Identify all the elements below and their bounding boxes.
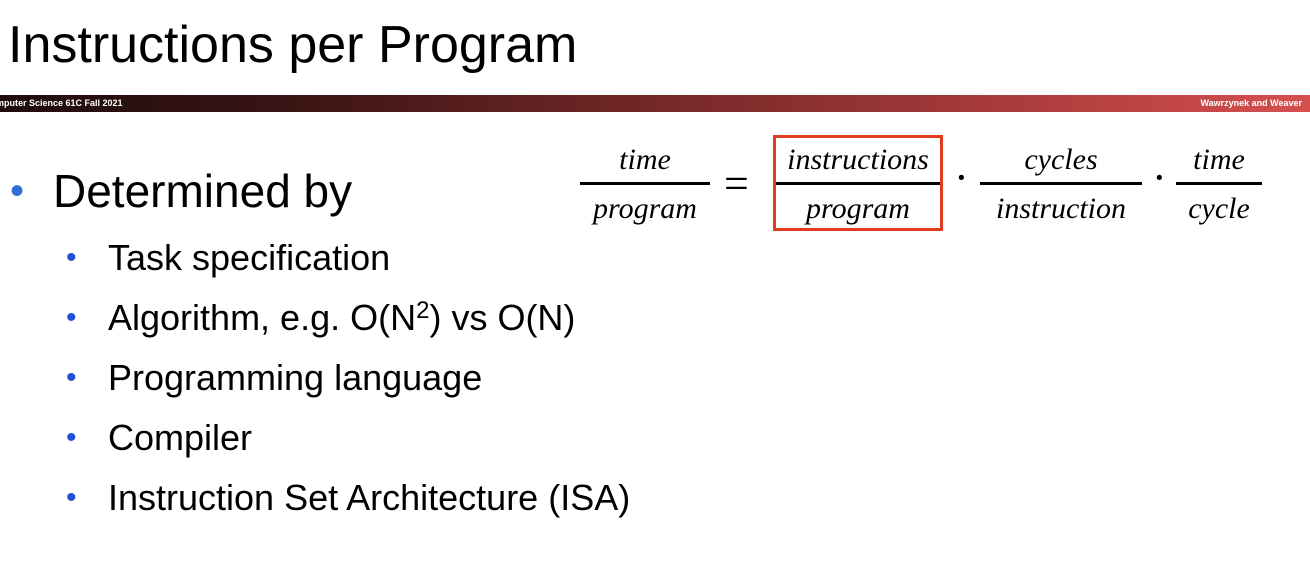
fraction-denominator: instruction [995,192,1126,225]
bullet-dot-icon: • [66,241,77,274]
fraction-bar [980,182,1142,185]
slide-title: Instructions per Program [8,16,578,74]
multiply-dot: · [954,153,969,202]
bullet-dot-icon: • [10,169,25,213]
list-item-text-part: Algorithm, e.g. O(N [108,297,417,338]
multiply-dot: · [1152,153,1167,202]
main-bullet-text: Determined by [53,165,353,217]
list-item-text: Compiler [108,413,252,463]
bullet-dot-icon: • [66,301,77,334]
list-item: • Compiler [62,413,762,473]
fraction-bar [580,182,710,185]
list-item-text: Programming language [108,353,482,403]
fraction-numerator: time [1193,143,1245,176]
header-bar: mputer Science 61C Fall 2021 Wawrzynek a… [0,95,1310,112]
course-label: mputer Science 61C Fall 2021 [0,98,123,108]
fraction-numerator: time [619,143,671,176]
fraction-cycles-per-instruction: cycles instruction [980,140,1142,229]
fraction-lhs: time program [580,140,710,229]
fraction-numerator: cycles [1024,143,1098,176]
performance-equation: time program = instructions program · cy… [570,130,1270,240]
list-item-text-part: ) vs O(N) [429,297,576,338]
superscript: 2 [416,297,430,324]
list-item-text: Instruction Set Architecture (ISA) [108,473,630,523]
list-item-text-part: Instruction Set Architecture (ISA) [108,477,631,518]
list-item-text: Task specification [108,233,390,283]
list-item-text-part: Programming language [108,357,483,398]
bullet-dot-icon: • [66,361,77,394]
fraction-denominator: cycle [1188,192,1250,225]
slide: Instructions per Program mputer Science … [0,0,1310,573]
list-item-text: Algorithm, e.g. O(N2) vs O(N) [108,293,575,343]
highlight-box [773,135,943,231]
list-item-text-part: Compiler [108,417,253,458]
authors-label: Wawrzynek and Weaver [1200,98,1302,108]
fraction-time-per-cycle: time cycle [1176,140,1262,229]
list-item: • Algorithm, e.g. O(N2) vs O(N) [62,293,762,353]
bullet-dot-icon: • [66,421,77,454]
sub-bullet-list: • Task specification • Algorithm, e.g. O… [62,233,762,533]
list-item: • Programming language [62,353,762,413]
fraction-denominator: program [593,192,697,225]
list-item-text-part: Task specification [108,237,391,278]
equals-sign: = [724,159,749,208]
fraction-bar [1176,182,1262,185]
list-item: • Instruction Set Architecture (ISA) [62,473,762,533]
bullet-dot-icon: • [66,481,77,514]
list-item: • Task specification [62,233,762,293]
